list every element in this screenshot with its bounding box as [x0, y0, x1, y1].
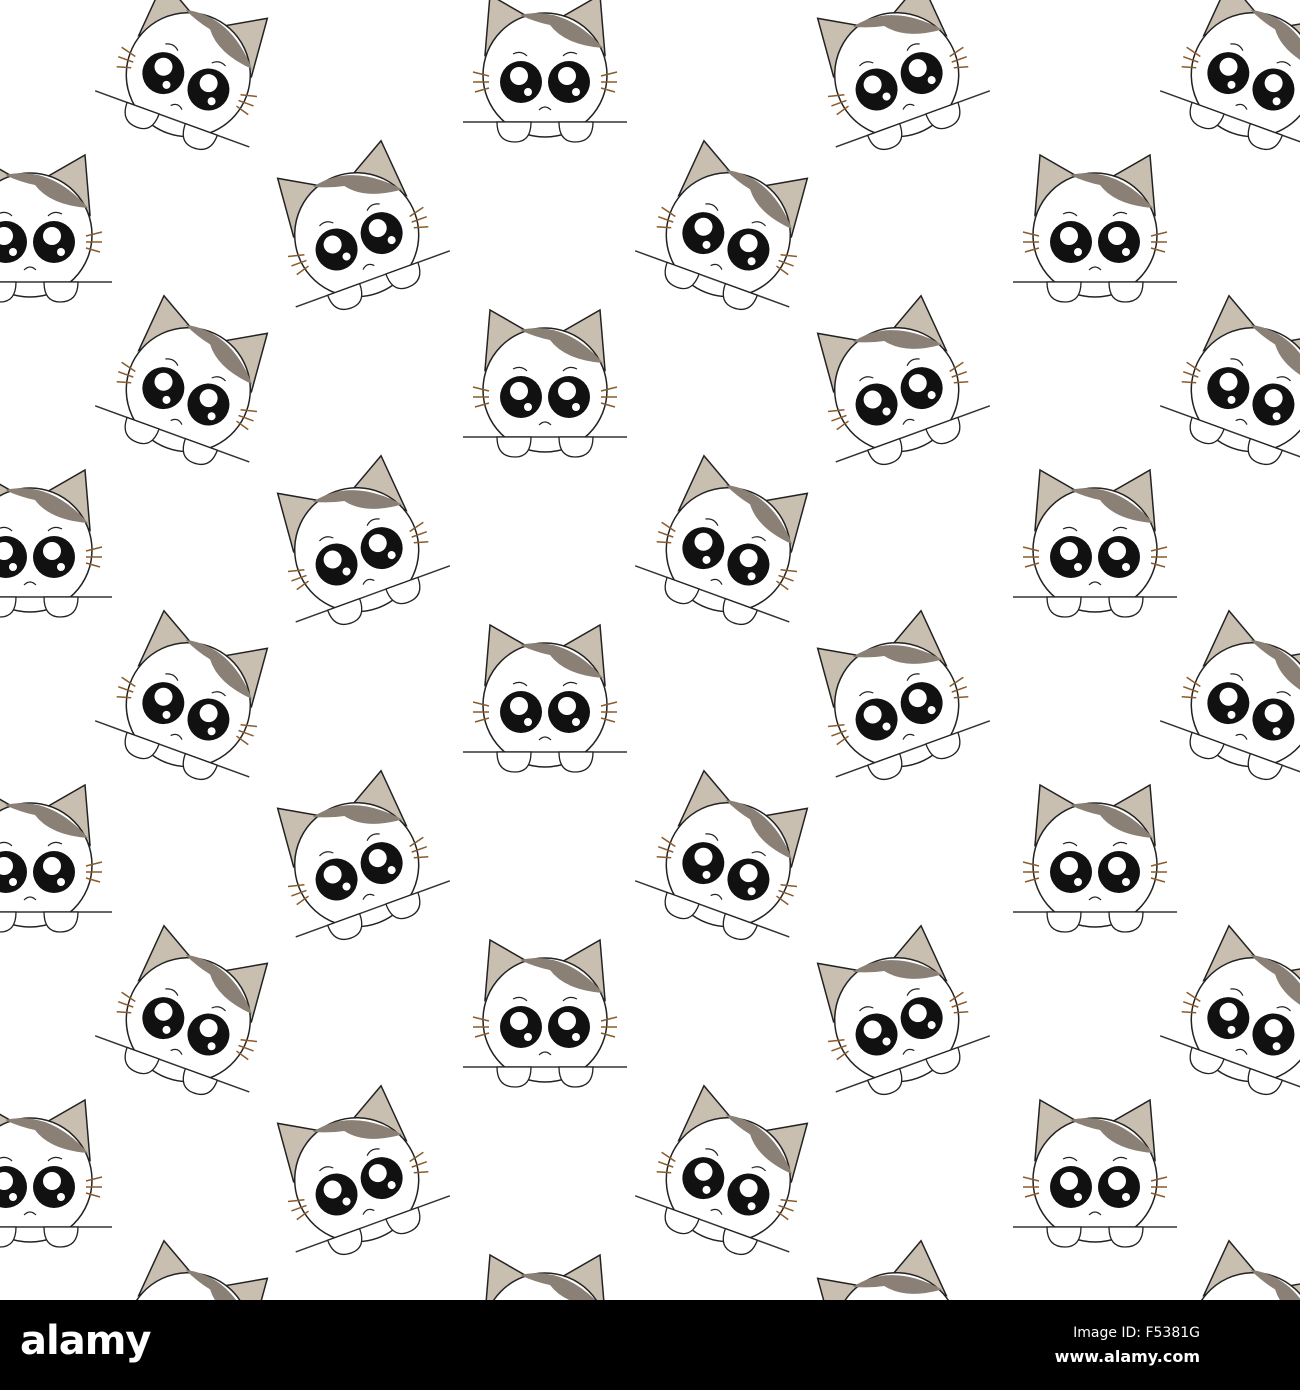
cat-illustration — [0, 154, 113, 303]
cat-illustration — [791, 915, 998, 1112]
alamy-logo: alamy — [20, 1318, 151, 1364]
cat-illustration — [791, 1230, 998, 1300]
cat-illustration — [251, 445, 458, 642]
cat-illustration — [1012, 784, 1178, 933]
cat-illustration — [627, 1075, 834, 1272]
cat-illustration — [462, 939, 628, 1088]
cat-illustration — [791, 0, 998, 167]
cat-illustration — [1152, 1230, 1300, 1300]
cat-illustration — [1152, 285, 1300, 482]
cat-illustration — [1012, 154, 1178, 303]
cat-illustration — [627, 0, 834, 12]
cat-illustration — [0, 784, 113, 933]
cat-illustration — [251, 130, 458, 327]
cat-illustration — [87, 915, 294, 1112]
cat-illustration — [87, 600, 294, 797]
stock-image: alamy Image ID: F5381G www.alamy.com — [0, 0, 1300, 1390]
cat-illustration — [791, 600, 998, 797]
cat-illustration — [1152, 0, 1300, 167]
cat-illustration — [251, 0, 458, 12]
cat-illustration — [1152, 915, 1300, 1112]
cat-illustration — [0, 1099, 113, 1248]
cat-illustration — [462, 624, 628, 773]
cat-illustration — [1012, 1099, 1178, 1248]
cat-illustration — [0, 469, 113, 618]
cat-illustration — [627, 130, 834, 327]
cat-illustration — [1152, 600, 1300, 797]
image-id: Image ID: F5381G — [1073, 1325, 1200, 1341]
cat-illustration — [87, 285, 294, 482]
cat-illustration — [87, 1230, 294, 1300]
cat-illustration — [462, 309, 628, 458]
cat-illustration — [791, 285, 998, 482]
cat-illustration — [462, 1254, 628, 1300]
cat-pattern — [0, 0, 1300, 1300]
cat-illustration — [627, 445, 834, 642]
cat-illustration — [1012, 469, 1178, 618]
cat-illustration — [87, 0, 294, 167]
cat-illustration — [251, 1075, 458, 1272]
website-url: www.alamy.com — [1054, 1347, 1200, 1366]
watermark-bar: alamy Image ID: F5381G www.alamy.com — [0, 1300, 1300, 1390]
cat-illustration — [251, 760, 458, 957]
cat-illustration — [627, 760, 834, 957]
cat-illustration — [462, 0, 628, 143]
